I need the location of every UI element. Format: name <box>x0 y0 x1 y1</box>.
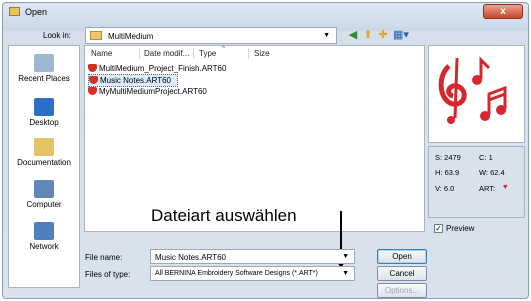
file-name: MyMultiMediumProject.ART60 <box>99 87 207 96</box>
new-folder-icon[interactable]: ✚ <box>376 29 390 42</box>
place-desktop[interactable]: Desktop <box>9 98 79 127</box>
place-computer[interactable]: Computer <box>9 180 79 209</box>
chevron-down-icon[interactable]: ▼ <box>342 253 349 260</box>
place-label: Desktop <box>29 118 59 127</box>
file-name: Music Notes.ART60 <box>100 76 171 85</box>
places-bar: Recent Places Desktop Documentation Comp… <box>8 45 80 288</box>
up-folder-icon[interactable]: ⬆ <box>361 29 375 42</box>
file-name-label: File name: <box>85 253 123 262</box>
column-header-date[interactable]: Date modif... <box>144 49 189 58</box>
close-button[interactable]: x <box>483 4 523 19</box>
chevron-down-icon[interactable]: ▼ <box>323 32 330 39</box>
title-bar: Open x <box>3 3 528 21</box>
place-label: Network <box>29 242 59 251</box>
place-documentation[interactable]: Documentation <box>9 138 79 167</box>
place-network[interactable]: Network <box>9 222 79 251</box>
color-count: C: 1 <box>479 153 493 162</box>
open-button[interactable]: Open <box>377 249 427 264</box>
files-of-type-label: Files of type: <box>85 270 131 279</box>
preview-pane <box>428 45 525 143</box>
stitch-count: S: 2479 <box>435 153 461 162</box>
version: V: 6.0 <box>435 184 455 193</box>
place-label: Computer <box>26 200 62 209</box>
window-title: Open <box>25 7 48 17</box>
column-separator[interactable] <box>193 48 194 59</box>
view-menu-icon[interactable]: ▦▾ <box>391 29 411 42</box>
column-separator[interactable] <box>139 48 140 59</box>
look-in-dropdown[interactable]: MultiMedium ▼ <box>85 27 337 44</box>
art-file-icon <box>88 64 97 72</box>
file-row[interactable]: MultiMedium_Project_Finish.ART60 <box>88 63 226 74</box>
art-file-icon <box>88 87 97 95</box>
art-file-icon <box>89 76 98 84</box>
documentation-icon <box>34 138 54 156</box>
file-name-value: Music Notes.ART60 <box>155 253 226 262</box>
files-of-type-select[interactable]: All BERNINA Embroidery Software Designs … <box>150 266 355 281</box>
column-header-size[interactable]: Size <box>254 49 270 58</box>
desktop-icon <box>34 98 54 116</box>
place-label: Documentation <box>17 158 71 167</box>
place-label: Recent Places <box>18 74 70 83</box>
design-width: W: 62.4 <box>479 168 505 177</box>
look-in-label: Look in: <box>43 31 72 40</box>
column-separator[interactable] <box>248 48 249 59</box>
folder-icon <box>90 31 102 40</box>
sort-caret-icon: ^ <box>222 46 225 52</box>
open-dialog: Open x Look in: MultiMedium ▼ ◀ ⬆ ✚ ▦▾ R… <box>2 2 529 299</box>
back-icon[interactable]: ◀ <box>346 29 360 42</box>
computer-icon <box>34 180 54 198</box>
look-in-value: MultiMedium <box>108 32 154 41</box>
file-row[interactable]: MyMultiMediumProject.ART60 <box>88 86 207 97</box>
column-header-name[interactable]: Name <box>91 49 112 58</box>
music-notes-preview-image <box>438 56 507 124</box>
place-recent-places[interactable]: Recent Places <box>9 54 79 83</box>
column-header-type[interactable]: Type <box>199 49 216 58</box>
heart-icon: ♥ <box>503 182 508 191</box>
network-icon <box>34 222 54 240</box>
callout-annotation: Dateiart auswählen <box>151 206 297 225</box>
cancel-button[interactable]: Cancel <box>377 266 427 281</box>
file-name-input[interactable]: Music Notes.ART60 ▼ <box>150 249 355 264</box>
file-name: MultiMedium_Project_Finish.ART60 <box>99 64 227 73</box>
preview-checkbox[interactable]: ✓ <box>434 224 443 233</box>
file-list[interactable]: Name Date modif... ^ Type Size MultiMedi… <box>84 45 425 232</box>
folder-icon <box>9 7 20 16</box>
files-of-type-value: All BERNINA Embroidery Software Designs … <box>155 270 318 277</box>
art-label: ART: <box>479 184 496 193</box>
design-height: H: 63.9 <box>435 168 460 177</box>
chevron-down-icon[interactable]: ▼ <box>342 270 349 277</box>
preview-checkbox-label: Preview <box>446 224 475 233</box>
design-info-panel: S: 2479 C: 1 H: 63.9 W: 62.4 V: 6.0 ART:… <box>428 146 525 218</box>
options-button[interactable]: Options... <box>377 283 427 298</box>
recent-places-icon <box>34 54 54 72</box>
